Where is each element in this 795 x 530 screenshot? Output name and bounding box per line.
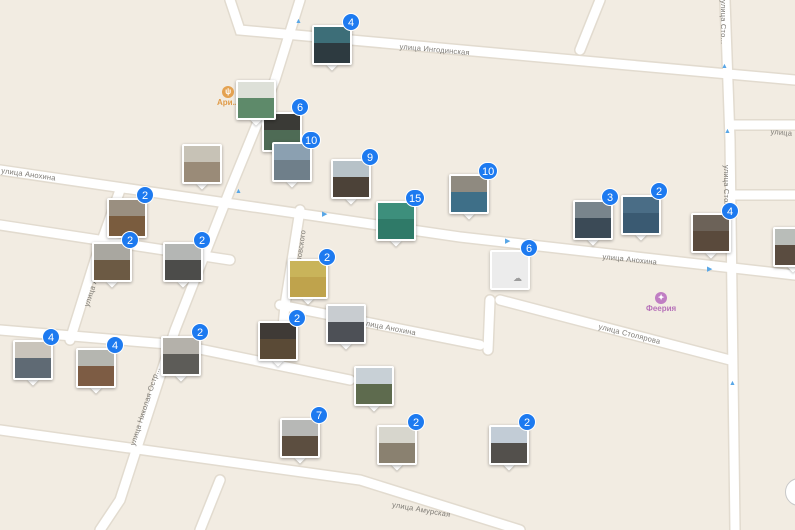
photo-wall — [290, 277, 326, 297]
photo-wall — [379, 443, 415, 463]
photo-wall — [314, 43, 350, 63]
restaurant-icon: ψ — [222, 86, 235, 98]
photo-wall — [282, 436, 318, 456]
photo-wall — [94, 260, 130, 280]
photo-count-badge: 3 — [601, 188, 619, 206]
house-photo[interactable] — [312, 25, 352, 65]
photo-wall — [333, 177, 369, 197]
photo-count-badge: 2 — [121, 231, 139, 249]
photo-wall — [491, 443, 527, 463]
photo-wall — [575, 218, 611, 238]
house-photo[interactable] — [573, 200, 613, 240]
tree-photo[interactable] — [354, 366, 394, 406]
photo-count-badge: 9 — [361, 148, 379, 166]
photo-count-badge: 7 — [310, 406, 328, 424]
poi-label: Феерия — [646, 304, 677, 313]
house-photo[interactable] — [621, 195, 661, 235]
street-label-right-edge: улица — [770, 127, 793, 138]
photo-count-badge: 4 — [42, 328, 60, 346]
photo-count-badge: 2 — [193, 231, 211, 249]
photo-count-badge: 2 — [518, 413, 536, 431]
oneway-arrow-icon: ▲ — [724, 128, 731, 135]
photo-sky — [260, 323, 296, 340]
oneway-arrow-icon: ▲ — [295, 18, 302, 25]
building-photo[interactable] — [182, 144, 222, 184]
photo-count-badge: 2 — [318, 248, 336, 266]
photo-count-badge: 4 — [106, 336, 124, 354]
photo-count-badge: 15 — [405, 189, 426, 207]
photo-wall — [623, 213, 659, 233]
photo-sky — [163, 338, 199, 355]
photo-count-badge: 2 — [191, 323, 209, 341]
photo-count-badge: 10 — [301, 131, 322, 149]
oneway-arrow-icon: ▲ — [729, 380, 736, 387]
photo-sky — [328, 306, 364, 323]
entertainment-icon: ✦ — [655, 292, 668, 304]
oneway-arrow-icon: ▲ — [721, 63, 728, 70]
photo-wall — [184, 162, 220, 182]
photo-wall — [451, 192, 487, 212]
oneway-arrow-icon: ▶ — [322, 211, 328, 218]
photo-sky — [623, 197, 659, 214]
photo-count-badge: 4 — [721, 202, 739, 220]
street-label-stolyarova-top: улица Сто... — [719, 0, 728, 45]
photo-wall — [356, 384, 392, 404]
house-photo[interactable] — [449, 174, 489, 214]
photo-sky — [78, 350, 114, 367]
photo-count-badge: 10 — [478, 162, 499, 180]
house-photo[interactable] — [489, 425, 529, 465]
photo-sky — [184, 146, 220, 163]
photo-count-badge: 6 — [520, 239, 538, 257]
photo-wall — [775, 245, 795, 265]
photo-sky — [356, 368, 392, 385]
cloud-icon: ☁ — [513, 273, 522, 283]
poi-feeriya[interactable]: ✦ Феерия — [646, 292, 676, 313]
house-photo[interactable] — [377, 425, 417, 465]
building-photo[interactable] — [773, 227, 795, 267]
oneway-arrow-icon: ▶ — [707, 266, 713, 273]
building-photo[interactable] — [13, 340, 53, 380]
fence-photo[interactable] — [376, 201, 416, 241]
photo-wall — [378, 219, 414, 239]
photo-sky — [379, 427, 415, 444]
oneway-arrow-icon: ▲ — [235, 188, 242, 195]
photo-count-badge: 2 — [288, 309, 306, 327]
house-photo[interactable] — [280, 418, 320, 458]
photo-count-badge: 2 — [136, 186, 154, 204]
house-photo[interactable] — [258, 321, 298, 361]
photo-count-badge: 2 — [650, 182, 668, 200]
map-canvas[interactable]: улица Ингодинская улица Анохина улица Ан… — [0, 0, 795, 530]
house-photo[interactable] — [326, 304, 366, 344]
photo-wall — [15, 358, 51, 378]
oneway-arrow-icon: ▶ — [505, 238, 511, 245]
photo-wall — [274, 160, 310, 180]
photo-count-badge: 6 — [291, 98, 309, 116]
photo-wall — [78, 366, 114, 386]
photo-count-badge: 4 — [342, 13, 360, 31]
photo-wall — [260, 339, 296, 359]
photo-wall — [328, 322, 364, 342]
photo-count-badge: 2 — [407, 413, 425, 431]
photo-wall — [165, 260, 201, 280]
house-photo[interactable] — [76, 348, 116, 388]
photo-wall — [163, 354, 199, 374]
photo-wall — [693, 231, 729, 251]
photo-sky — [282, 420, 318, 437]
photo-sky — [238, 82, 274, 99]
house-photo[interactable] — [161, 336, 201, 376]
photo-sky — [314, 27, 350, 44]
photo-sky — [775, 229, 795, 246]
photo-wall — [238, 98, 274, 118]
house-photo[interactable] — [236, 80, 276, 120]
